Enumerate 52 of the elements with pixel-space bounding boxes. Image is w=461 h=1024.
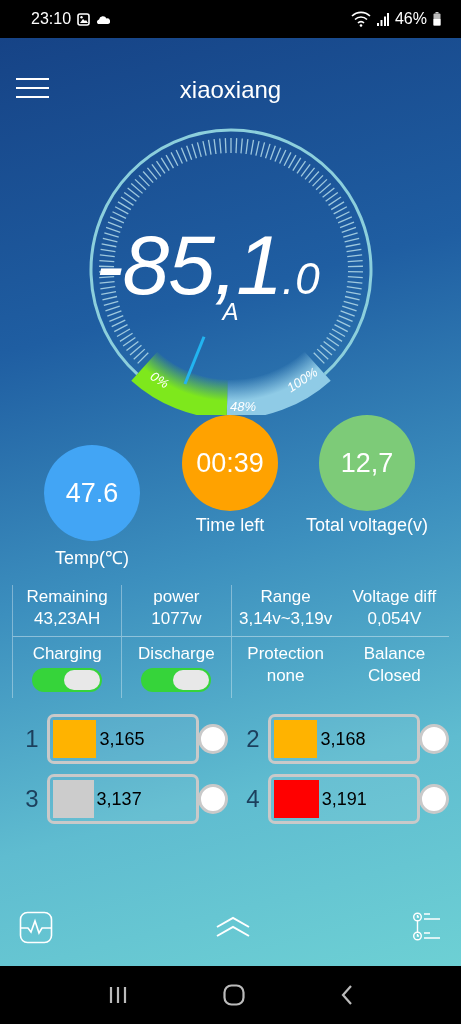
control-label: Charging (32, 644, 102, 664)
status-value: none (266, 666, 305, 686)
cell-number: 3 (24, 785, 40, 813)
current-unit: A (222, 302, 239, 322)
status-value: Closed (367, 666, 421, 686)
cell-voltage: 3,165 (99, 728, 145, 750)
back-icon (341, 985, 354, 1005)
stat-value: 43,23AH (34, 609, 101, 629)
signal-icon (376, 12, 389, 26)
cell-voltage: 3,168 (320, 728, 366, 750)
scale-label: 0% (147, 368, 172, 392)
cloud-icon (96, 14, 111, 24)
home-icon (223, 984, 246, 1006)
stat-value: 3,14v~3,19v (239, 609, 333, 629)
menu-button[interactable] (16, 78, 49, 100)
recents-icon (107, 986, 128, 1004)
toggle-switch[interactable] (32, 668, 103, 692)
battery-icon (433, 12, 441, 26)
battery-percentage: 46% (394, 10, 427, 28)
stat-value: 1077w (151, 609, 202, 629)
app-title: xiaoxiang (178, 76, 283, 104)
control-label: Balance (363, 644, 426, 664)
toggle-switch[interactable] (141, 668, 212, 692)
metric-label: Time left (195, 515, 265, 536)
pulse-monitor-icon[interactable] (19, 910, 53, 944)
stat-label: power (153, 587, 200, 607)
balance-indicator (419, 784, 449, 814)
metric-label: Total voltage(v) (305, 515, 429, 536)
cell-voltage: 3,191 (321, 788, 367, 810)
scale-label: 48% (229, 398, 256, 414)
control-label: Discharge (138, 644, 215, 664)
cell-number: 1 (24, 725, 40, 753)
wifi-icon (350, 11, 371, 27)
balance-indicator (419, 724, 449, 754)
clock-time: 23:10 (31, 10, 72, 28)
cell-voltage: 3,137 (96, 788, 142, 810)
metric-circle: 47.6 (44, 445, 140, 541)
double-chevron-up-icon[interactable] (215, 916, 251, 938)
metric-label: Temp(℃) (55, 547, 129, 569)
balance-indicator (198, 784, 228, 814)
stat-label: Range (260, 587, 311, 607)
stat-label: Remaining (26, 587, 108, 607)
image-icon (77, 12, 91, 26)
timeline-list-icon[interactable] (413, 912, 441, 942)
stat-label: Voltage diff (352, 587, 437, 607)
cell-number: 2 (245, 725, 261, 753)
metric-circle: 00:39 (182, 415, 278, 511)
stat-value: 0,054V (367, 609, 422, 629)
balance-indicator (198, 724, 228, 754)
metric-circle: 12,7 (319, 415, 415, 511)
control-label: Protection (247, 644, 324, 664)
cell-number: 4 (245, 785, 261, 813)
